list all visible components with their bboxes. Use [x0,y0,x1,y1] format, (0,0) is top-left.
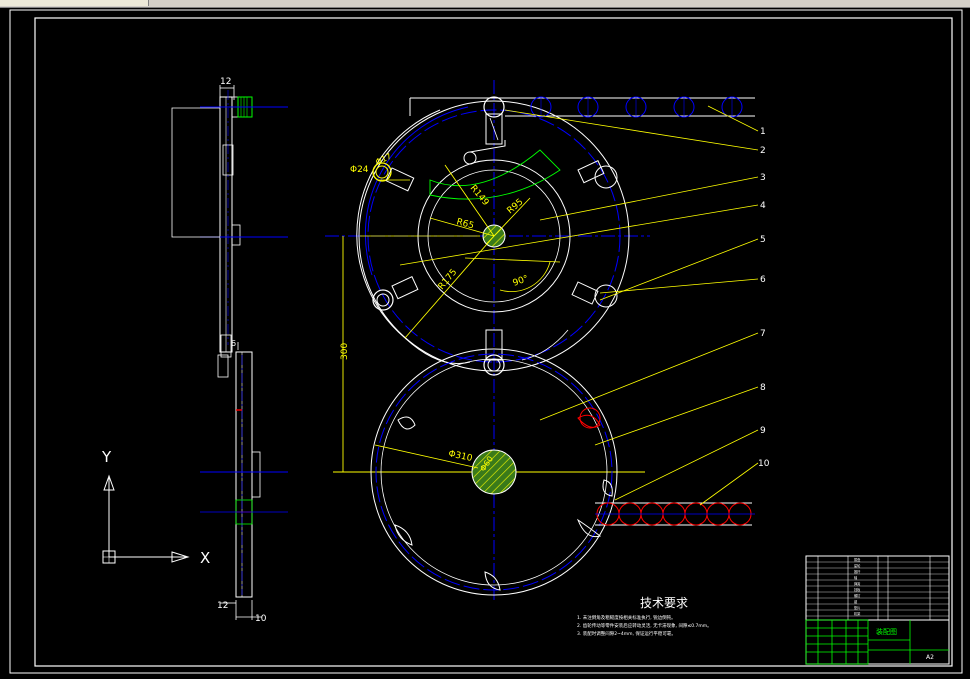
cad-drawing-canvas[interactable]: 12 6 12 10 Y X Φ24 Φ17 R149 R95 R65 R175… [0,8,970,679]
sheet-size: A2 [926,654,934,661]
title-block: 拨盘 星轮 推杆 轴 弹簧 挡板 螺钉 键 垫片 机架 装配图 A2 [805,555,950,665]
svg-text:弹簧: 弹簧 [854,581,861,586]
dim-r149: R149 [468,184,491,209]
side-dim-bottom-left: 12 [217,601,228,611]
notes-line-1: 1. 未注倒角及粗糙度按相关标准执行, 锐边倒钝。 [577,614,676,621]
notes-line-2: 2. 齿轮传动等零件安装后应转动灵活, 无卡滞现象, 间隙≤0.7mm。 [577,622,712,629]
svg-text:垫片: 垫片 [854,605,860,610]
lower-shaft [471,449,517,495]
svg-text:拨盘: 拨盘 [854,557,861,562]
dim-300: 300 [340,343,350,360]
svg-text:轴: 轴 [854,575,857,580]
callout-6: 6 [760,275,766,285]
drawing-name: 装配图 [876,627,897,636]
dim-phi24: Φ24 [350,165,369,175]
callout-2: 2 [760,146,766,156]
callout-8: 8 [760,383,766,393]
transfer-pocket-red [579,407,601,429]
ucs-x-label: X [200,549,210,567]
drawing-tab[interactable] [0,0,149,6]
gripper-upper-left [372,162,415,192]
svg-text:挡板: 挡板 [854,587,861,592]
notes-line-3: 3. 装配时调整间隙2~4mm, 保证运行平稳可靠。 [577,630,676,637]
window-top-bar [0,0,970,8]
technical-notes: 技术要求 1. 未注倒角及粗糙度按相关标准执行, 锐边倒钝。 2. 齿轮传动等零… [577,596,712,637]
notes-title: 技术要求 [640,596,688,610]
side-dim-top: 12 [220,77,231,87]
side-dim-mid: 6 [231,339,236,348]
dim-r65: R65 [455,217,475,231]
ucs-icon: Y X [101,448,210,567]
callout-labels: 1 2 3 4 5 6 7 8 9 10 [758,127,770,469]
callout-5: 5 [760,235,766,245]
ucs-y-label: Y [101,448,112,466]
svg-text:螺钉: 螺钉 [854,593,861,598]
leader-lines [399,105,759,506]
main-view: Φ24 Φ17 R149 R95 R65 R175 90° 300 Φ310 Φ… [325,80,770,600]
callout-1: 1 [760,127,766,137]
callout-7: 7 [760,329,766,339]
callout-10: 10 [758,459,770,469]
parts-list-names: 拨盘 星轮 推杆 轴 弹簧 挡板 螺钉 键 垫片 机架 [854,557,861,616]
svg-text:键: 键 [854,599,858,604]
bottom-conveyor [595,502,755,526]
side-view: 12 6 12 10 [171,77,288,624]
svg-text:机架: 机架 [854,611,861,616]
callout-3: 3 [760,173,766,183]
dim-angle90: 90° [512,274,530,289]
svg-text:星轮: 星轮 [854,563,861,568]
top-conveyor-items [483,96,743,118]
gripper-right-lower [571,281,618,308]
callout-9: 9 [760,426,766,436]
upper-guide-track [356,109,441,339]
callout-4: 4 [760,201,766,211]
svg-text:推杆: 推杆 [854,569,861,574]
parts-list-rows [806,561,949,617]
gripper-top [463,113,506,165]
gripper-lower-left [372,276,419,311]
side-dim-bottom-right: 10 [255,614,267,624]
